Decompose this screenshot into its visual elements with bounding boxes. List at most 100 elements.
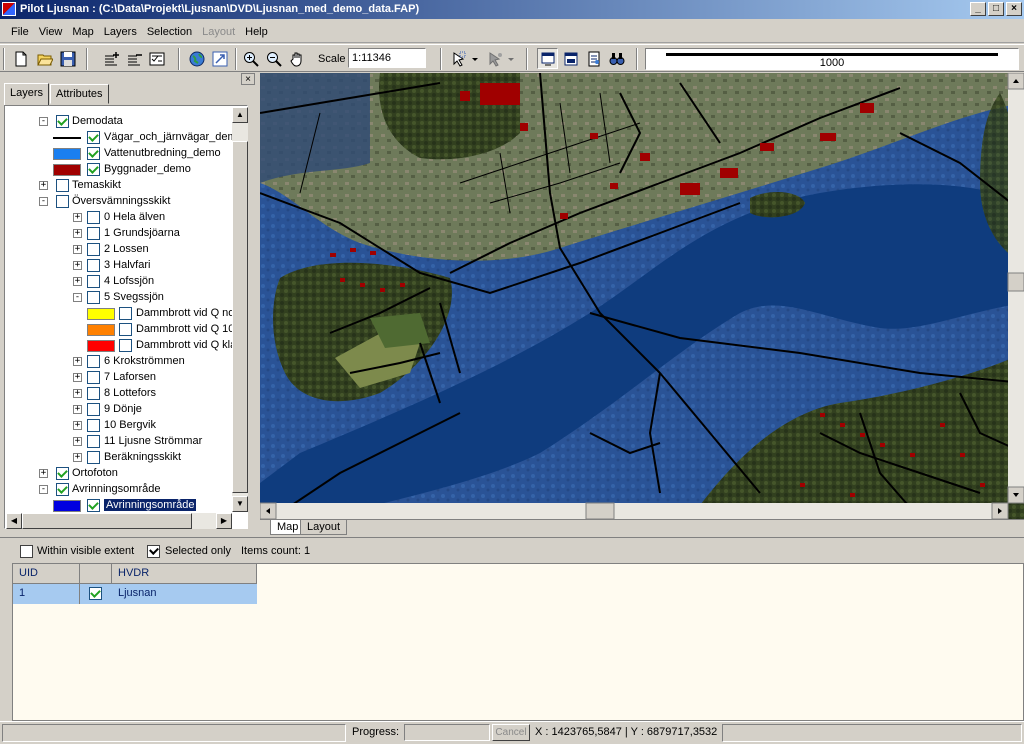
globe-button[interactable] [186,48,207,69]
tree-horizontal-scrollbar[interactable]: ◀ ▶ [6,513,232,529]
layer-visibility-checkbox[interactable] [87,435,100,448]
tree-item[interactable]: Dammbrott vid Q 100 [5,322,247,338]
layer-visibility-checkbox[interactable] [56,179,69,192]
maximize-button[interactable]: □ [988,2,1004,16]
layer-visibility-checkbox[interactable] [87,371,100,384]
tree-item[interactable]: +2 Lossen [5,242,247,258]
tree-item[interactable]: +11 Ljusne Strömmar [5,434,247,450]
scroll-left-button[interactable]: ◀ [6,513,22,529]
table-row-checkbox[interactable] [89,587,102,600]
layer-visibility-checkbox[interactable] [87,451,100,464]
tree-item[interactable]: Byggnader_demo [5,162,247,178]
open-button[interactable] [34,48,55,69]
expand-icon[interactable]: + [73,357,82,366]
selected-only-checkbox[interactable] [147,545,160,558]
tree-item[interactable]: +9 Dönje [5,402,247,418]
tree-item[interactable]: Avrinningsområde [5,498,247,514]
layer-visibility-checkbox[interactable] [119,307,132,320]
select-tool-dropdown[interactable] [470,48,480,69]
layer-visibility-checkbox[interactable] [87,163,100,176]
collapse-icon[interactable]: - [39,197,48,206]
map-view-button[interactable] [537,48,558,69]
tree-item[interactable]: - Demodata [5,114,247,130]
tree-item[interactable]: Vägar_och_järnvägar_demo [5,130,247,146]
minimize-button[interactable]: _ [970,2,986,16]
tree-item[interactable]: +0 Hela älven [5,210,247,226]
tree-item[interactable]: + Beräkningsskikt [5,450,247,466]
scale-input[interactable] [348,48,426,68]
tab-layout[interactable]: Layout [300,520,348,535]
remove-layer-button[interactable] [123,48,144,69]
layer-visibility-checkbox[interactable] [87,259,100,272]
tree-item[interactable]: +1 Grundsjöarna [5,226,247,242]
collapse-icon[interactable]: - [39,117,48,126]
layer-visibility-checkbox[interactable] [87,131,100,144]
layer-visibility-checkbox[interactable] [87,291,100,304]
expand-icon[interactable]: + [39,181,48,190]
expand-icon[interactable]: + [73,277,82,286]
layer-visibility-checkbox[interactable] [56,467,69,480]
expand-icon[interactable]: + [73,389,82,398]
menu-help[interactable]: Help [240,24,273,40]
collapse-icon[interactable]: - [39,485,48,494]
identify-tool-dropdown[interactable] [506,48,516,69]
column-header-uid[interactable]: UID [13,564,80,584]
scroll-thumb[interactable] [232,141,248,493]
expand-icon[interactable]: + [73,245,82,254]
collapse-icon[interactable]: - [73,293,82,302]
menu-layout[interactable]: Layout [197,24,240,40]
scroll-thumb[interactable] [22,513,192,529]
zoom-out-button[interactable] [263,48,284,69]
layer-visibility-checkbox[interactable] [87,355,100,368]
refresh-button[interactable] [209,48,230,69]
tree-item[interactable]: +8 Lottefors [5,386,247,402]
column-header-hvdr[interactable]: HVDR [112,564,257,584]
tree-item[interactable]: - Avrinningsområde [5,482,247,498]
close-button[interactable]: × [1006,2,1022,16]
within-visible-extent-checkbox[interactable] [20,545,33,558]
tree-item[interactable]: - Översvämningsskikt [5,194,247,210]
tree-item[interactable]: +6 Krokströmmen [5,354,247,370]
tab-attributes[interactable]: Attributes [50,84,109,104]
tree-vertical-scrollbar[interactable]: ▲ ▼ [232,107,248,512]
tree-item[interactable]: + Temaskikt [5,178,247,194]
tree-item[interactable]: +3 Halvfari [5,258,247,274]
scroll-right-button[interactable]: ▶ [216,513,232,529]
add-layer-button[interactable] [100,48,121,69]
menu-file[interactable]: File [6,24,34,40]
layer-visibility-checkbox[interactable] [87,227,100,240]
tab-layers[interactable]: Layers [4,83,50,105]
tree-item[interactable]: - 5 Svegssjön [5,290,247,306]
zoom-in-button[interactable] [240,48,261,69]
identify-tool-button[interactable] [484,48,505,69]
expand-icon[interactable]: + [73,453,82,462]
layer-visibility-checkbox[interactable] [87,147,100,160]
scroll-down-button[interactable]: ▼ [232,496,248,512]
cancel-button[interactable]: Cancel [492,724,530,741]
expand-icon[interactable]: + [73,405,82,414]
layer-visibility-checkbox[interactable] [87,275,100,288]
expand-icon[interactable]: + [73,229,82,238]
layer-visibility-checkbox[interactable] [87,499,100,512]
layer-visibility-checkbox[interactable] [119,339,132,352]
layer-visibility-checkbox[interactable] [87,387,100,400]
pan-button[interactable] [286,48,307,69]
select-tool-button[interactable] [448,48,469,69]
layer-visibility-checkbox[interactable] [87,211,100,224]
menu-map[interactable]: Map [67,24,98,40]
layer-visibility-checkbox[interactable] [56,483,69,496]
menu-layers[interactable]: Layers [99,24,142,40]
expand-icon[interactable]: + [73,421,82,430]
new-document-button[interactable] [10,48,31,69]
scroll-up-button[interactable]: ▲ [232,107,248,123]
menu-view[interactable]: View [34,24,68,40]
expand-icon[interactable]: + [73,373,82,382]
tree-item[interactable]: + Ortofoton [5,466,247,482]
tree-item[interactable]: Dammbrott vid Q klass I [5,338,247,354]
layer-properties-button[interactable] [146,48,167,69]
layer-visibility-checkbox[interactable] [56,115,69,128]
tree-item[interactable]: Vattenutbredning_demo [5,146,247,162]
layer-visibility-checkbox[interactable] [87,419,100,432]
tree-item[interactable]: +10 Bergvik [5,418,247,434]
search-button[interactable] [606,48,627,69]
